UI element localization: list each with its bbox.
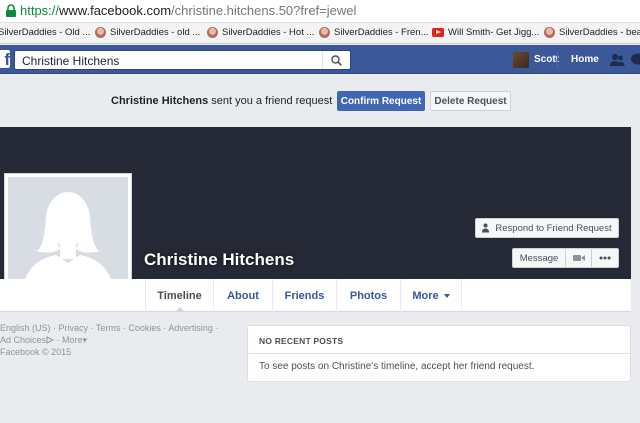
friend-request-prompt: Christine Hitchens sent you a friend req… — [111, 95, 332, 107]
bookmark-item[interactable]: SilverDaddies - Fren... — [319, 27, 429, 38]
bookmark-item[interactable]: SilverDaddies - Old ... — [0, 27, 90, 38]
footer-link-terms[interactable]: Terms — [96, 323, 121, 333]
person-icon — [482, 223, 490, 233]
url-scheme: https:// — [20, 3, 60, 18]
bookmark-label: SilverDaddies - old ... — [110, 27, 201, 38]
bookmark-label: Will Smith- Get Jigg... — [448, 27, 540, 38]
footer-links: English (US) · Privacy · Terms · Cookies… — [0, 322, 235, 358]
search-icon — [331, 54, 342, 66]
tab-timeline[interactable]: Timeline — [145, 279, 213, 312]
copyright: Facebook © 2015 — [0, 347, 72, 357]
bookmark-label: SilverDaddies - Fren... — [334, 27, 429, 38]
ellipsis-icon — [599, 256, 611, 260]
url-host: www.facebook.com — [59, 3, 172, 18]
bookmark-label: SilverDaddies - Old ... — [0, 27, 91, 38]
tab-photos[interactable]: Photos — [336, 279, 400, 312]
footer-link-privacy[interactable]: Privacy — [59, 323, 89, 333]
footer-link-language[interactable]: English (US) — [0, 323, 51, 333]
home-nav-link[interactable]: Home — [571, 54, 599, 65]
request-message: sent you a friend request — [211, 95, 333, 107]
more-options-button[interactable] — [592, 249, 618, 267]
favicon-icon — [544, 27, 555, 38]
card-heading: NO RECENT POSTS — [248, 326, 630, 354]
nav-divider — [557, 52, 558, 68]
respond-label: Respond to Friend Request — [495, 222, 612, 234]
bookmark-label: SilverDaddies - beat — [559, 27, 640, 38]
confirm-request-button[interactable]: Confirm Request — [337, 91, 425, 111]
video-camera-icon — [572, 255, 585, 261]
footer-link-advertising[interactable]: Advertising — [168, 323, 213, 333]
footer-link-ad-choices[interactable]: Ad Choices — [0, 335, 46, 345]
friend-requests-icon[interactable] — [609, 52, 625, 68]
ad-choices-icon — [46, 336, 55, 344]
tab-more[interactable]: More — [400, 279, 462, 312]
bookmark-item[interactable]: SilverDaddies - beat — [544, 27, 640, 38]
respond-to-friend-request-button[interactable]: Respond to Friend Request — [475, 218, 619, 238]
messages-icon[interactable] — [630, 52, 640, 68]
message-button[interactable]: Message — [513, 249, 566, 267]
search-button[interactable] — [322, 51, 350, 69]
favicon-icon — [95, 27, 106, 38]
tab-more-label: More — [412, 289, 439, 302]
profile-name[interactable]: Christine Hitchens — [144, 250, 294, 270]
search-input[interactable]: Christine Hitchens — [14, 50, 351, 70]
avatar[interactable] — [513, 52, 529, 68]
default-avatar-icon — [22, 192, 114, 295]
request-sender[interactable]: Christine Hitchens — [111, 95, 208, 107]
favicon-icon — [207, 27, 218, 38]
url-text: https://www.facebook.com/christine.hitch… — [20, 3, 356, 18]
bookmark-item[interactable]: SilverDaddies - Hot ... — [207, 27, 314, 38]
caret-down-icon — [443, 293, 450, 298]
favicon-icon — [319, 27, 330, 38]
tab-friends[interactable]: Friends — [272, 279, 336, 312]
url-path: /christine.hitchens.50?fref=jewel — [171, 3, 357, 18]
youtube-icon — [432, 28, 444, 37]
address-bar[interactable]: https://www.facebook.com/christine.hitch… — [0, 0, 640, 23]
video-call-button[interactable] — [566, 249, 592, 267]
bookmarks-bar: SilverDaddies - Old ... SilverDaddies - … — [0, 23, 640, 44]
tab-about[interactable]: About — [213, 279, 272, 312]
bookmark-label: SilverDaddies - Hot ... — [222, 27, 315, 38]
profile-tabs: Timeline About Friends Photos More — [0, 279, 631, 312]
delete-request-button[interactable]: Delete Request — [430, 91, 511, 111]
facebook-logo[interactable]: f — [0, 50, 10, 68]
lock-icon — [6, 4, 16, 17]
card-body: To see posts on Christine's timeline, ac… — [259, 361, 535, 372]
recent-posts-card: NO RECENT POSTS To see posts on Christin… — [247, 325, 631, 382]
bookmark-item[interactable]: Will Smith- Get Jigg... — [432, 27, 539, 38]
profile-nav-link[interactable]: Scott — [534, 54, 559, 65]
footer-link-cookies[interactable]: Cookies — [128, 323, 161, 333]
footer-link-more[interactable]: More — [62, 335, 83, 345]
profile-actions: Message — [512, 248, 619, 268]
bookmark-item[interactable]: SilverDaddies - old ... — [95, 27, 200, 38]
